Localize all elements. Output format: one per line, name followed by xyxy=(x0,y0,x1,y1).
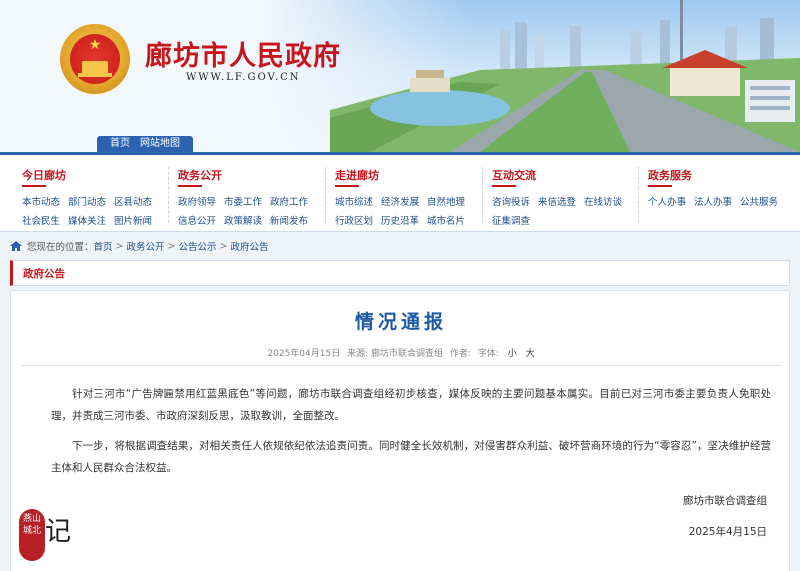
article-title: 情况通报 xyxy=(354,311,447,333)
article-date: 2025年04月15日 xyxy=(267,349,341,359)
nav-links: 个人办事 法人办事 公共服务 xyxy=(648,194,788,208)
nav-link[interactable]: 政策解读 xyxy=(224,213,262,227)
nav-link[interactable]: 城市名片 xyxy=(427,213,465,227)
nav-link[interactable]: 新闻发布 xyxy=(270,213,308,227)
nav-link[interactable]: 区县动态 xyxy=(114,194,152,208)
national-emblem-icon: ★ xyxy=(60,24,130,94)
nav-link[interactable]: 法人办事 xyxy=(694,194,732,208)
signature-org: 廊坊市联合调查组 xyxy=(683,495,767,507)
nav-links: 咨询投诉 来信选登 在线访谈 征集调查 xyxy=(492,194,632,227)
nav-link[interactable]: 市委工作 xyxy=(224,194,262,208)
nav-link[interactable]: 征集调查 xyxy=(492,213,530,227)
sitemap-link[interactable]: 网站地图 xyxy=(135,136,185,152)
nav-column-about: 走进廊坊 城市综述 经济发展 自然地理 行政区划 历史沿革 城市名片 xyxy=(325,167,475,227)
nav-title[interactable]: 今日廊坊 xyxy=(22,167,162,187)
article-meta: 2025年04月15日 来源: 廊坊市联合调查组 作者: 字体: 小 大 xyxy=(11,346,791,359)
breadcrumb-item[interactable]: 首页 xyxy=(94,239,113,253)
article-paragraph: 针对三河市“广告牌匾禁用红蓝黑底色”等问题，廊坊市联合调查组经初步核查，媒体反映… xyxy=(51,388,771,422)
font-large-button[interactable]: 大 xyxy=(526,349,535,359)
nav-link[interactable]: 咨询投诉 xyxy=(492,194,530,208)
watermark-mark: 记 xyxy=(45,517,72,547)
main-nav: 今日廊坊 本市动态 部门动态 区县动态 社会民生 媒体关注 图片新闻 政务公开 … xyxy=(0,152,800,232)
nav-link[interactable]: 公共服务 xyxy=(740,194,778,208)
home-icon xyxy=(10,241,22,251)
nav-links: 城市综述 经济发展 自然地理 行政区划 历史沿革 城市名片 xyxy=(335,194,475,227)
breadcrumb-separator: > xyxy=(167,240,176,252)
nav-link[interactable]: 来信选登 xyxy=(538,194,576,208)
nav-link[interactable]: 自然地理 xyxy=(427,194,465,208)
breadcrumb-item[interactable]: 政府公告 xyxy=(230,239,268,253)
nav-links: 本市动态 部门动态 区县动态 社会民生 媒体关注 图片新闻 xyxy=(22,194,162,227)
article-source: 来源: 廊坊市联合调查组 xyxy=(347,349,443,359)
nav-link[interactable]: 部门动态 xyxy=(68,194,106,208)
nav-title[interactable]: 政务服务 xyxy=(648,167,788,187)
article-panel: 情况通报 2025年04月15日 来源: 廊坊市联合调查组 作者: 字体: 小 … xyxy=(10,290,790,571)
nav-link[interactable]: 图片新闻 xyxy=(114,213,152,227)
nav-link[interactable]: 本市动态 xyxy=(22,194,60,208)
nav-link[interactable]: 城市综述 xyxy=(335,194,373,208)
meta-divider xyxy=(21,365,781,366)
breadcrumb-separator: > xyxy=(115,240,124,252)
nav-column-services: 政务服务 个人办事 法人办事 公共服务 xyxy=(638,167,788,223)
nav-link[interactable]: 历史沿革 xyxy=(381,213,419,227)
nav-link[interactable]: 行政区划 xyxy=(335,213,373,227)
watermark-seal-icon: 燕山 城北 xyxy=(19,509,45,561)
breadcrumb: 您现在的位置： 首页 > 政务公开 > 公告公示 > 政府公告 xyxy=(10,238,268,254)
font-small-button[interactable]: 小 xyxy=(508,349,517,359)
section-header: 政府公告 xyxy=(10,260,790,286)
nav-link[interactable]: 个人办事 xyxy=(648,194,686,208)
signature-date: 2025年4月15日 xyxy=(688,526,767,538)
breadcrumb-separator: > xyxy=(219,240,228,252)
breadcrumb-prefix: 您现在的位置： xyxy=(27,242,94,253)
home-link[interactable]: 首页 xyxy=(105,136,135,152)
nav-column-interaction: 互动交流 咨询投诉 来信选登 在线访谈 征集调查 xyxy=(482,167,632,227)
nav-link[interactable]: 媒体关注 xyxy=(68,213,106,227)
nav-link[interactable]: 政府领导 xyxy=(178,194,216,208)
nav-link[interactable]: 信息公开 xyxy=(178,213,216,227)
site-domain: WWW.LF.GOV.CN xyxy=(186,72,301,83)
nav-links: 政府领导 市委工作 政府工作 信息公开 政策解读 新闻发布 xyxy=(178,194,318,227)
header-banner: ★ 廊坊市人民政府 WWW.LF.GOV.CN 首页 网站地图 xyxy=(0,0,800,152)
nav-column-affairs: 政务公开 政府领导 市委工作 政府工作 信息公开 政策解读 新闻发布 xyxy=(168,167,318,227)
nav-link[interactable]: 在线访谈 xyxy=(584,194,622,208)
site-title: 廊坊市人民政府 xyxy=(145,41,341,72)
font-size-label: 字体: xyxy=(477,349,499,359)
nav-title[interactable]: 政务公开 xyxy=(178,167,318,187)
city-scenery-image xyxy=(330,0,800,152)
nav-link[interactable]: 经济发展 xyxy=(381,194,419,208)
breadcrumb-item[interactable]: 政务公开 xyxy=(127,239,165,253)
section-title[interactable]: 政府公告 xyxy=(23,266,65,281)
nav-link[interactable]: 社会民生 xyxy=(22,213,60,227)
breadcrumb-item[interactable]: 公告公示 xyxy=(178,239,216,253)
nav-column-today: 今日廊坊 本市动态 部门动态 区县动态 社会民生 媒体关注 图片新闻 xyxy=(22,167,162,227)
article-author: 作者: xyxy=(449,349,471,359)
nav-link[interactable]: 政府工作 xyxy=(270,194,308,208)
nav-title[interactable]: 互动交流 xyxy=(492,167,632,187)
article-paragraph: 下一步，将根据调查结果，对相关责任人依规依纪依法追责问责。同时健全长效机制，对侵… xyxy=(51,440,771,474)
nav-title[interactable]: 走进廊坊 xyxy=(335,167,475,187)
quicklinks-bar: 首页 网站地图 xyxy=(97,136,193,152)
